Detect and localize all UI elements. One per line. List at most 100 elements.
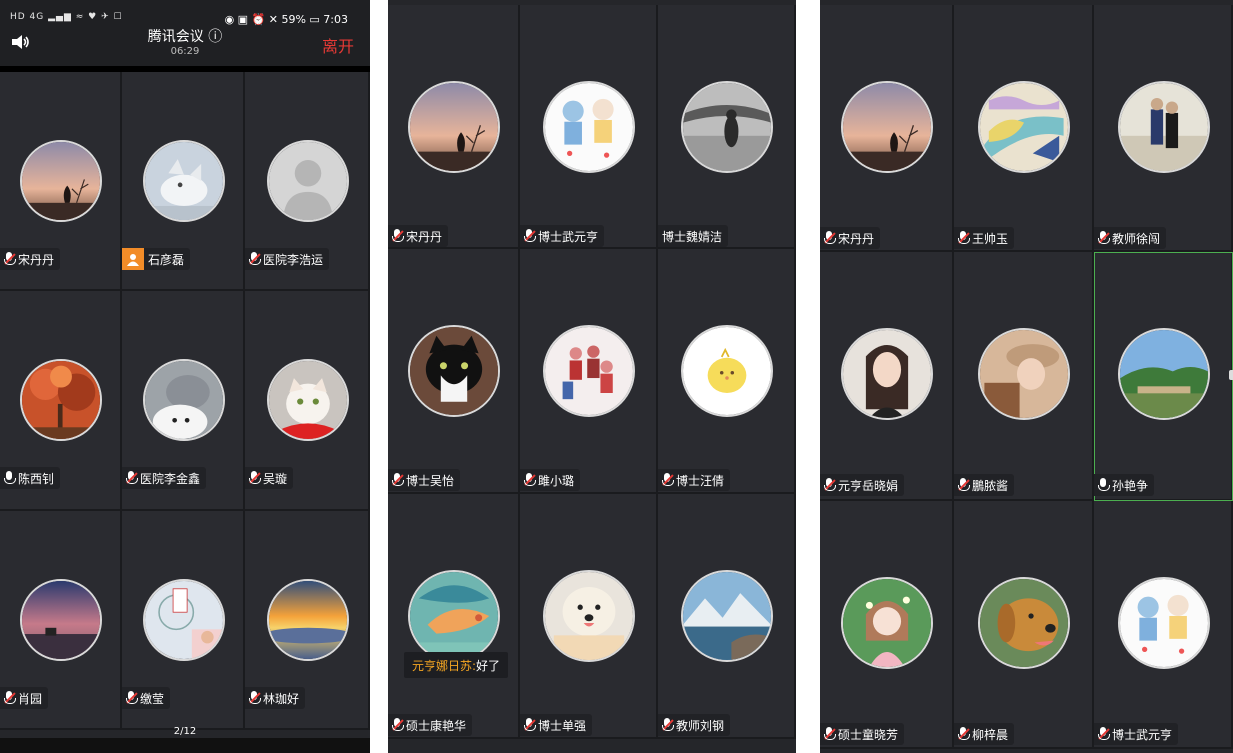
participant-tile[interactable]: 教师徐闯 [1094,5,1233,252]
scroll-handle[interactable] [1229,370,1233,380]
avatar [1117,81,1210,173]
participant-tile[interactable]: 博士汪倩 [658,249,796,494]
participant-tile[interactable]: 孙艳争 [1094,252,1233,501]
participant-tile[interactable]: 硕士童晓芳 [820,501,954,749]
participant-name: 孙艳争 [1112,478,1149,493]
participant-name: 宋丹丹 [838,231,875,246]
avatar [841,81,933,173]
mic-muted-icon [392,229,404,243]
participant-name: 宋丹丹 [18,252,55,267]
participant-tile[interactable]: 王帅玉 [954,5,1094,252]
participant-tile[interactable]: 宋丹丹 [820,5,954,252]
mic-muted-icon [392,718,404,732]
mic-muted-icon [126,471,138,485]
participant-tile[interactable]: 陈西钊 [0,291,122,511]
participant-nameplate: 博士武元亨 [520,225,605,247]
mic-muted-icon [524,473,536,487]
participant-nameplate: 石彦磊 [122,248,191,270]
avatar [543,81,635,173]
participant-nameplate: 博士魏婧洁 [658,225,729,247]
participant-name: 博士汪倩 [676,473,725,488]
avatar [1117,328,1210,420]
participant-nameplate: 雎小璐 [520,469,581,491]
mic-muted-icon [249,252,261,266]
participant-tile[interactable]: 鵬脓酱 [954,252,1094,501]
participant-tile[interactable]: 吴璇 [245,291,370,511]
participant-tile[interactable]: 雎小璐 [520,249,658,494]
participant-name: 林珈好 [263,691,300,706]
mic-muted-icon [662,473,674,487]
mic-icon [1098,478,1110,492]
participant-tile[interactable]: 博士吴怡 [388,249,520,494]
participant-name: 雎小璐 [538,473,575,488]
avatar [408,81,500,173]
participant-tile[interactable]: 缴莹 [122,511,245,730]
participant-nameplate: 博士单强 [520,714,593,736]
participant-tile[interactable]: 博士武元亨 [520,5,658,249]
status-icons: HD 4G ▂▄▆ ≈ ♥ ✈ ☐ [10,12,123,22]
participant-tile[interactable]: 林珈好 [245,511,370,730]
participant-name: 博士武元亨 [1112,727,1173,742]
avatar [20,140,102,222]
avatar [20,359,102,441]
battery-percent: 59% [281,13,306,26]
participant-tile[interactable]: 肖园 [0,511,122,730]
participant-nameplate: 硕士童晓芳 [820,723,905,745]
avatar [681,570,773,662]
avatar [266,359,349,441]
avatar [408,325,500,417]
participant-nameplate: 元亨岳晓娟 [820,474,905,496]
participant-name: 吴璇 [263,471,288,486]
participant-tile[interactable]: 元亨岳晓娟 [820,252,954,501]
leave-button[interactable]: 离开 [322,33,354,57]
meeting-title[interactable]: 腾讯会议 ⓘ [0,26,370,46]
participant-tile[interactable]: 柳梓晨 [954,501,1094,749]
participant-nameplate: 王帅玉 [954,227,1015,249]
participant-tile[interactable]: 硕士康艳华 [388,494,520,739]
mic-muted-icon [824,478,836,492]
mic-muted-icon [824,231,836,245]
participant-nameplate: 医院李浩运 [245,248,330,270]
participant-name: 医院李浩运 [263,252,324,267]
avatar [841,328,933,420]
participant-name: 陈西钊 [18,471,55,486]
host-icon [122,248,144,270]
clock: 7:03 [323,13,348,26]
participant-name: 宋丹丹 [406,229,443,244]
participant-tile[interactable]: 教师刘钢 [658,494,796,739]
avatar [681,81,773,173]
participant-nameplate: 博士汪倩 [658,469,731,491]
avatar [20,579,102,661]
participant-name: 教师徐闯 [1112,231,1161,246]
mic-muted-icon [958,231,970,245]
participant-tile[interactable]: 博士单强 [520,494,658,739]
participant-tile[interactable]: 医院李浩运 [245,72,370,291]
participant-name: 元亨岳晓娟 [838,478,899,493]
chat-sender: 元亨娜日苏: [412,658,477,673]
meeting-elapsed: 06:29 [170,46,200,57]
participant-tile[interactable]: 石彦磊 [122,72,245,291]
page-indicator: 2/12 [173,726,197,737]
mic-muted-icon [126,691,138,705]
meeting-title-text: 腾讯会议 [147,29,204,45]
participant-tile[interactable]: 宋丹丹 [388,5,520,249]
participant-tile[interactable]: 医院李金鑫 [122,291,245,511]
mic-muted-icon [4,252,16,266]
participant-tile[interactable]: 宋丹丹 [0,72,122,291]
participant-name: 博士吴怡 [406,473,455,488]
participant-nameplate: 吴璇 [245,467,294,489]
info-icon[interactable]: ⓘ [208,29,222,45]
participant-nameplate: 教师刘钢 [658,714,731,736]
participant-nameplate: 孙艳争 [1094,474,1155,496]
participant-nameplate: 林珈好 [245,687,306,709]
participant-name: 博士魏婧洁 [662,229,723,244]
participant-name: 鵬脓酱 [972,478,1009,493]
participant-tile[interactable]: 博士魏婧洁 [658,5,796,249]
participant-name: 博士武元亨 [538,229,599,244]
participant-tile[interactable]: 博士武元亨 [1094,501,1233,749]
mic-muted-icon [662,718,674,732]
participant-nameplate: 宋丹丹 [388,225,449,247]
participant-name: 博士单强 [538,718,587,733]
mic-muted-icon [1098,231,1110,245]
participant-name: 医院李金鑫 [140,471,201,486]
